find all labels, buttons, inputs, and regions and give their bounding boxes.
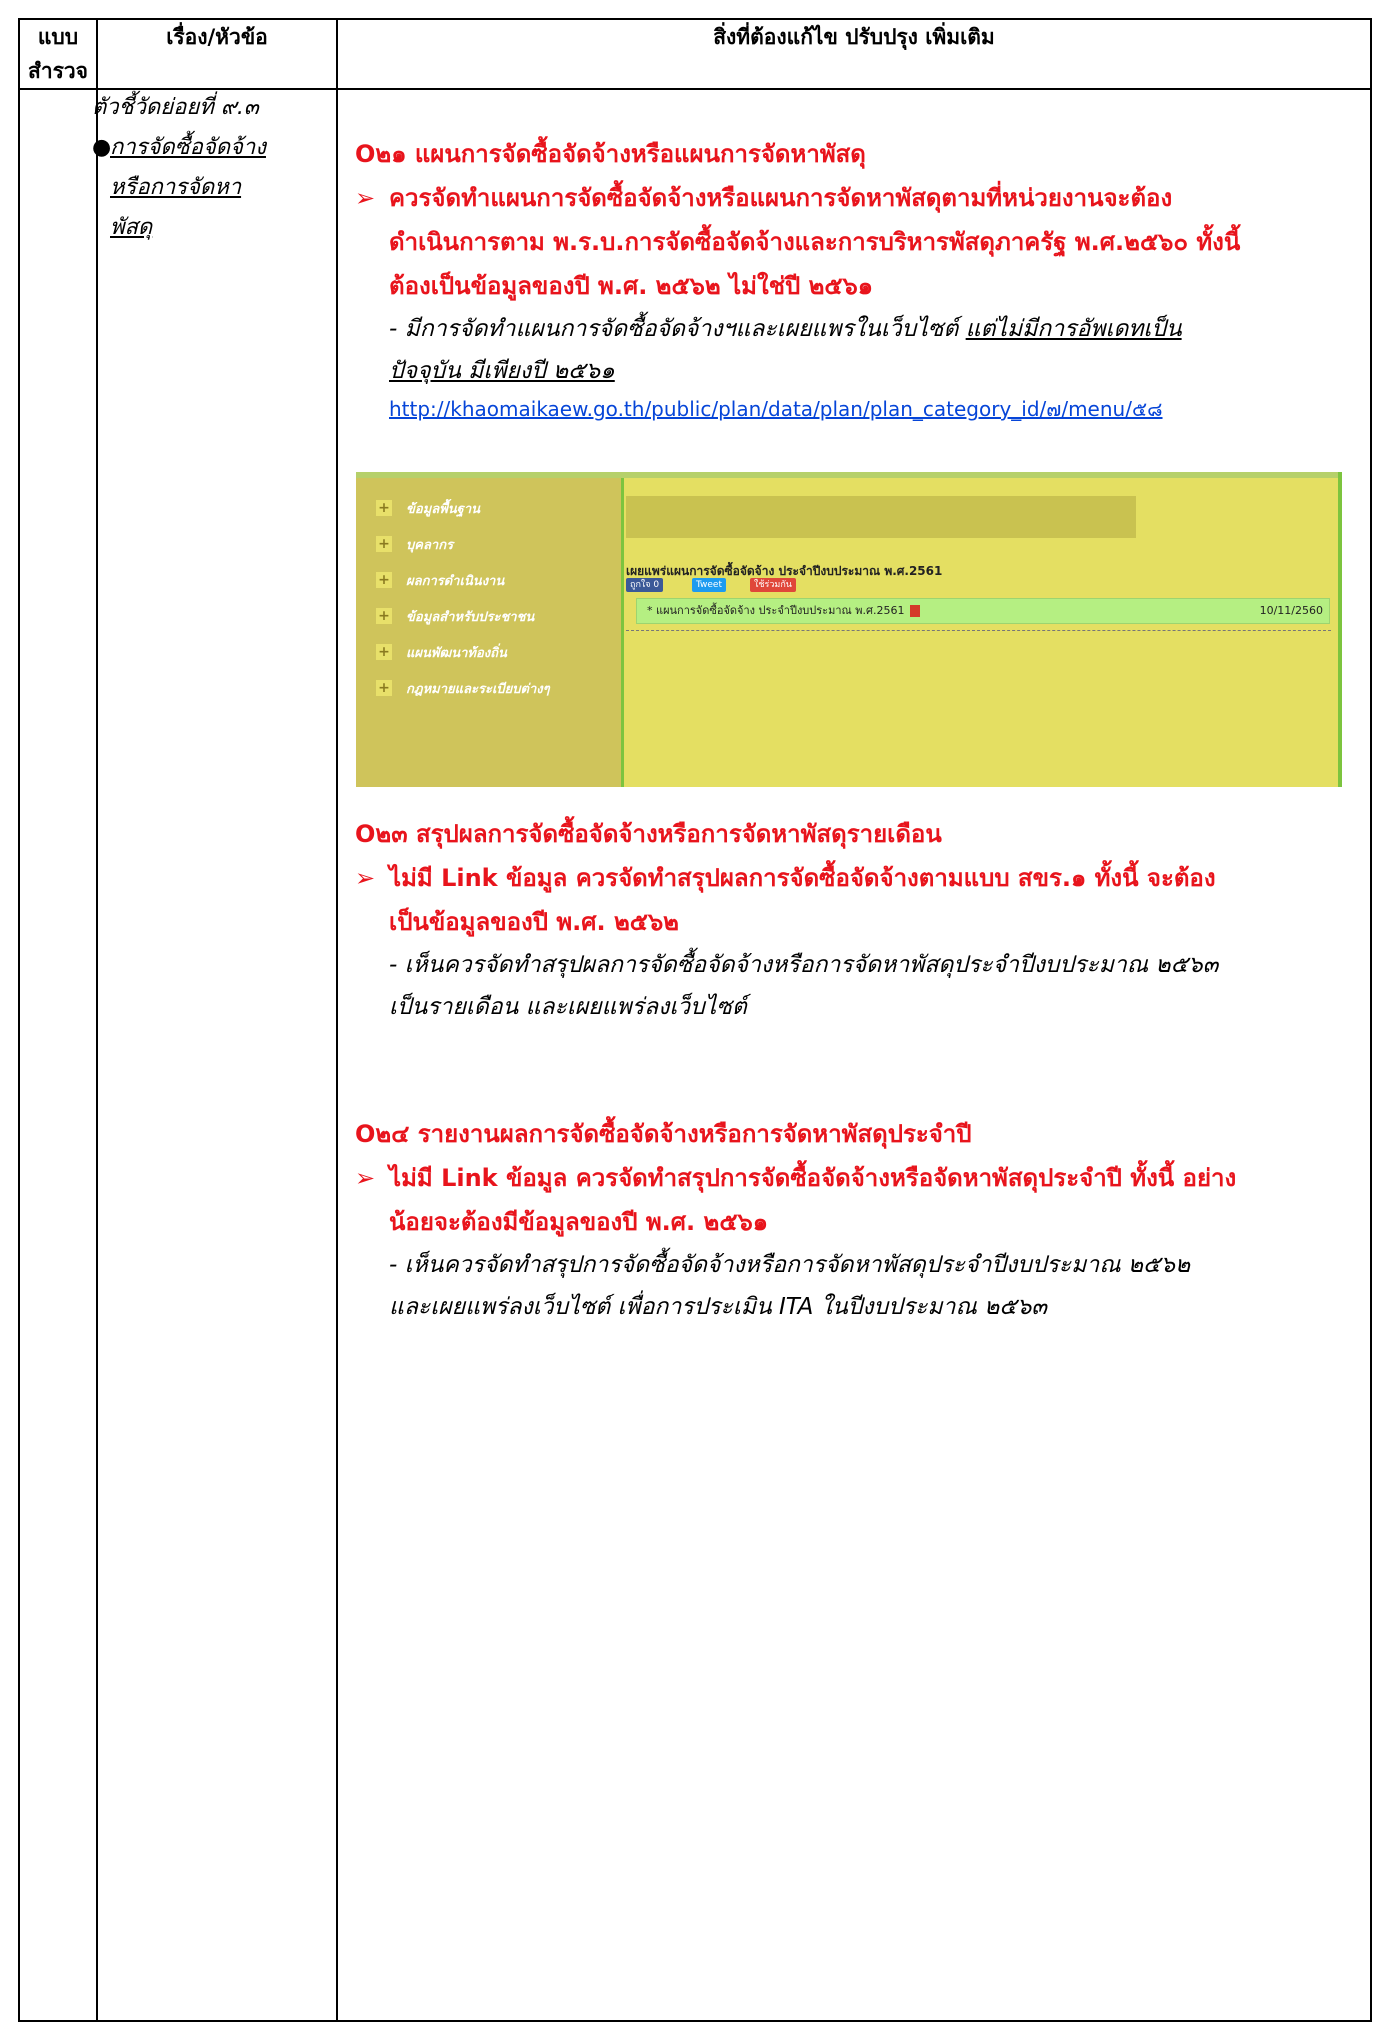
arrow-icon: ➢ <box>355 864 376 892</box>
o24-note-1: - เห็นควรจัดทำสรุปการจัดซื้อจัดจ้างหรือก… <box>389 1252 1191 1278</box>
o23-note-1: - เห็นควรจัดทำสรุปผลการจัดซื้อจัดจ้างหรื… <box>389 952 1219 978</box>
plus-icon: + <box>376 680 392 696</box>
o21-note-text: - มีการจัดทำแผนการจัดซื้อจัดจ้างฯและเผยแ… <box>389 316 966 342</box>
arrow-icon: ➢ <box>355 1164 376 1192</box>
website-menu-item[interactable]: + ข้อมูลสำหรับประชาชน <box>376 604 534 628</box>
plus-icon: + <box>376 536 392 552</box>
o21-title: O๒๑ แผนการจัดซื้อจัดจ้างหรือแผนการจัดหาพ… <box>355 140 866 168</box>
o24-line-1: ไม่มี Link ข้อมูล ควรจัดทำสรุปการจัดซื้อ… <box>389 1164 1237 1192</box>
table-left-border <box>18 18 20 2022</box>
tweet-button[interactable]: Tweet <box>692 578 726 592</box>
website-right-border <box>1338 472 1342 787</box>
header-survey: แบบ สำรวจ <box>28 25 88 83</box>
o23-line-2: เป็นข้อมูลของปี พ.ศ. ๒๕๖๒ <box>389 908 680 936</box>
o21-link[interactable]: http://khaomaikaew.go.th/public/plan/dat… <box>355 392 1345 426</box>
o23-line-1: ไม่มี Link ข้อมูล ควรจัดทำสรุปผลการจัดซื… <box>389 864 1216 892</box>
o24-note-2: และเผยแพร่ลงเว็บไซต์ เพื่อการประเมิน ITA… <box>389 1294 1048 1320</box>
plus-icon: + <box>376 500 392 516</box>
section-o21: O๒๑ แผนการจัดซื้อจัดจ้างหรือแผนการจัดหาพ… <box>355 132 1345 426</box>
o23-title: O๒๓ สรุปผลการจัดซื้อจัดจ้างหรือการจัดหาพ… <box>355 820 942 848</box>
o21-note-1: - มีการจัดทำแผนการจัดซื้อจัดจ้างฯและเผยแ… <box>355 308 1345 350</box>
section-o24: O๒๔ รายงานผลการจัดซื้อจัดจ้างหรือการจัดห… <box>355 1112 1345 1328</box>
topic-line-3: พัสดุ <box>110 215 153 240</box>
row-divider <box>626 630 1331 631</box>
section-o23: O๒๓ สรุปผลการจัดซื้อจัดจ้างหรือการจัดหาพ… <box>355 812 1345 1028</box>
row-date: 10/11/2560 <box>1259 604 1323 617</box>
bullet-icon: ● <box>92 135 112 160</box>
share-button[interactable]: ใช้ร่วมกัน <box>750 578 796 592</box>
header-topic: เรื่อง/หัวข้อ <box>166 25 268 49</box>
plus-icon: + <box>376 572 392 588</box>
website-menu-item[interactable]: + แผนพัฒนาท้องถิ่น <box>376 640 507 664</box>
o21-note-2: ปัจจุบัน มีเพียงปี ๒๕๖๑ <box>355 350 1345 392</box>
o21-note-underlined: แต่ไม่มีการอัพเดทเป็น <box>965 316 1182 342</box>
o24-title: O๒๔ รายงานผลการจัดซื้อจัดจ้างหรือการจัดห… <box>355 1120 972 1148</box>
plus-icon: + <box>376 644 392 660</box>
website-list-row[interactable]: * แผนการจัดซื้อจัดจ้าง ประจำปีงบประมาณ พ… <box>636 598 1330 624</box>
arrow-icon: ➢ <box>355 184 376 212</box>
website-menu-item[interactable]: + ผลการดำเนินงาน <box>376 568 504 592</box>
o21-line-3: ต้องเป็นข้อมูลของปี พ.ศ. ๒๕๖๒ ไม่ใช่ปี ๒… <box>389 272 874 300</box>
table-right-border <box>1370 18 1372 2022</box>
website-topbar <box>356 472 1342 478</box>
like-button[interactable]: ถูกใจ 0 <box>626 578 664 592</box>
column-divider-1 <box>96 18 98 2022</box>
o24-line-2: น้อยจะต้องมีข้อมูลของปี พ.ศ. ๒๕๖๑ <box>389 1208 768 1236</box>
topic-line-1: การจัดซื้อจัดจ้าง <box>110 135 266 160</box>
row-title: * แผนการจัดซื้อจัดจ้าง ประจำปีงบประมาณ พ… <box>647 604 905 617</box>
o23-note-2: เป็นรายเดือน และเผยแพร่ลงเว็บไซต์ <box>389 994 747 1020</box>
website-screenshot: + ข้อมูลพื้นฐาน + บุคลากร + ผลการดำเนินงาน … <box>356 472 1342 787</box>
topic-line-2: หรือการจัดหา <box>110 175 242 200</box>
website-menu-item[interactable]: + ข้อมูลพื้นฐาน <box>376 496 480 520</box>
website-menu-item[interactable]: + กฎหมายและระเบียบต่างๆ <box>376 676 550 700</box>
plus-icon: + <box>376 608 392 624</box>
pdf-icon <box>910 605 921 617</box>
o21-line-1: ควรจัดทำแผนการจัดซื้อจัดจ้างหรือแผนการจั… <box>389 184 1173 212</box>
column-divider-2 <box>336 18 338 2022</box>
header-improvements: สิ่งที่ต้องแก้ไข ปรับปรุง เพิ่มเติม <box>713 25 995 49</box>
topic-cell: ตัวชี้วัดย่อยที่ ๙.๓ ● การจัดซื้อจัดจ้าง… <box>92 88 332 248</box>
website-banner <box>626 496 1136 538</box>
website-menu-item[interactable]: + บุคลากร <box>376 532 453 556</box>
indicator-label: ตัวชี้วัดย่อยที่ ๙.๓ <box>92 95 259 120</box>
o21-note-underlined-2: ปัจจุบัน มีเพียงปี ๒๕๖๑ <box>389 358 615 384</box>
o21-line-2: ดำเนินการตาม พ.ร.บ.การจัดซื้อจัดจ้างและก… <box>389 228 1241 256</box>
